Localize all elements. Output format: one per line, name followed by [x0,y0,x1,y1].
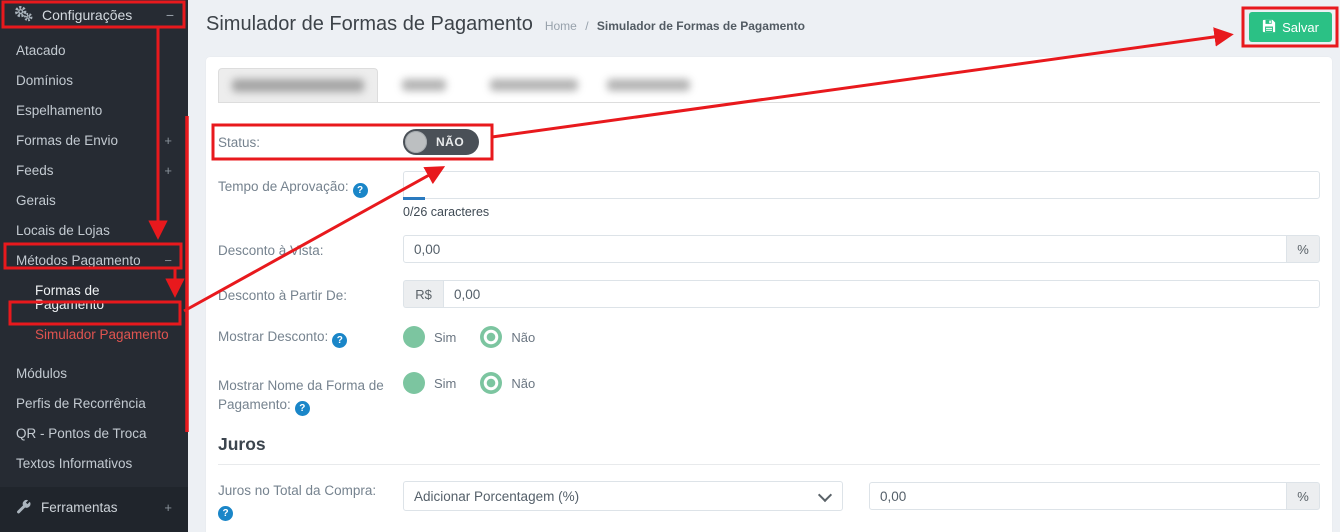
gears-icon [14,5,33,25]
sidebar: Configurações − Atacado Domínios Espelha… [0,0,188,532]
breadcrumb-home[interactable]: Home [545,19,577,33]
currency-addon: R$ [403,280,443,308]
sidebar-item-ferramentas[interactable]: Ferramentas + [0,487,188,525]
juros-total-select[interactable]: Adicionar Porcentagem (%) [403,481,843,511]
desconto-vista-input[interactable] [403,235,1287,263]
minus-icon: − [164,253,172,268]
desconto-partir-input[interactable] [443,280,1320,308]
juros-select-wrap: Adicionar Porcentagem (%) [403,481,843,511]
minus-icon: − [165,7,174,23]
tempo-aprovacao-input[interactable] [403,171,1320,199]
sidebar-item-formas-de-envio[interactable]: Formas de Envio + [0,126,188,156]
help-icon[interactable]: ? [218,506,233,521]
status-label: Status: [218,134,261,150]
page-title: Simulador de Formas de Pagamento [206,13,533,35]
mostrar-desconto-radio-nao[interactable] [480,326,503,348]
char-counter-text: 0/26 caracteres [403,205,490,219]
sidebar-header-label: Configurações [42,7,133,23]
desconto-partir-label: Desconto à Partir De: [218,288,348,303]
main-content: Simulador de Formas de Pagamento Home / … [188,0,1340,532]
sidebar-item-modulos[interactable]: Módulos [0,359,188,389]
sidebar-item-textos-informativos[interactable]: Textos Informativos [0,449,188,479]
sidebar-item-perfis-de-recorrencia[interactable]: Perfis de Recorrência [0,389,188,419]
sidebar-item-metodos-pagamento[interactable]: Métodos Pagamento − [0,246,188,276]
redacted-label [232,79,364,92]
sidebar-item-formas-de-pagamento[interactable]: Formas de Pagamento [0,276,188,320]
tempo-aprovacao-row: Tempo de Aprovação:? 0/26 caracteres [218,171,1320,219]
sidebar-item-espelhamento[interactable]: Espelhamento [0,96,188,126]
desconto-partir-row: Desconto à Partir De: R$ [218,280,1320,308]
percent-addon: % [1287,482,1320,510]
sidebar-footer: Ferramentas + [0,487,188,532]
plus-icon: + [164,500,172,515]
plus-icon: + [164,133,172,148]
char-counter-bar [403,197,425,200]
help-icon[interactable]: ? [294,401,310,416]
mostrar-nome-radio-nao[interactable] [480,372,503,394]
mostrar-desconto-radio-sim[interactable] [403,326,425,348]
sidebar-item-qr-pontos-de-troca[interactable]: QR - Pontos de Troca [0,419,188,449]
sidebar-item-simulador-pagamento[interactable]: Simulador Pagamento [0,320,188,350]
wrench-icon [16,499,31,517]
tempo-aprovacao-label: Tempo de Aprovação:? [218,171,403,198]
desconto-vista-row: Desconto à Vista: % [218,235,1320,263]
sidebar-menu: Atacado Domínios Espelhamento Formas de … [0,30,188,509]
tab-bar [218,68,1320,103]
mostrar-desconto-label: Mostrar Desconto:? [218,327,403,348]
toggle-knob-icon [405,131,427,153]
form-card: Status: NÃO Tempo de Aprovação:? 0/26 ca… [206,57,1332,532]
help-icon[interactable]: ? [332,332,348,348]
save-button[interactable]: Salvar [1249,12,1332,42]
save-button-label: Salvar [1282,19,1319,35]
mostrar-nome-radio-sim[interactable] [403,372,425,394]
percent-addon: % [1287,235,1320,263]
tab-redacted-2[interactable] [402,79,446,91]
tab-redacted-3[interactable] [490,79,578,91]
sidebar-item-configuracoes[interactable]: Configurações − [0,0,188,30]
breadcrumb-current: Simulador de Formas de Pagamento [596,19,805,33]
toggle-state-label: NÃO [436,135,465,149]
floppy-disk-icon [1262,19,1276,36]
mostrar-nome-row: Mostrar Nome da Forma de Pagamento:? Sim… [218,370,1320,416]
status-row: Status: NÃO [218,125,1320,159]
juros-total-input[interactable] [869,482,1287,510]
desconto-vista-label: Desconto à Vista: [218,243,324,258]
mostrar-nome-label: Mostrar Nome da Forma de Pagamento:? [218,378,384,416]
juros-section-heading: Juros [218,434,1320,465]
sidebar-item-locais-de-lojas[interactable]: Locais de Lojas [0,216,188,246]
breadcrumb: Home / Simulador de Formas de Pagamento [544,19,805,33]
tab-active-redacted[interactable] [218,68,378,102]
page-header: Simulador de Formas de Pagamento Home / … [188,0,1340,36]
sidebar-item-dominios[interactable]: Domínios [0,66,188,96]
mostrar-desconto-row: Mostrar Desconto:? Sim Não [218,326,1320,348]
sidebar-item-atacado[interactable]: Atacado [0,36,188,66]
juros-total-row: Juros no Total da Compra: ? Adicionar Po… [218,481,1320,521]
sidebar-item-gerais[interactable]: Gerais [0,186,188,216]
plus-icon: + [164,163,172,178]
status-toggle[interactable]: NÃO [403,129,479,155]
tab-redacted-4[interactable] [607,79,690,91]
juros-total-label: Juros no Total da Compra: ? [218,483,377,521]
help-icon[interactable]: ? [352,183,368,198]
sidebar-item-feeds[interactable]: Feeds + [0,156,188,186]
